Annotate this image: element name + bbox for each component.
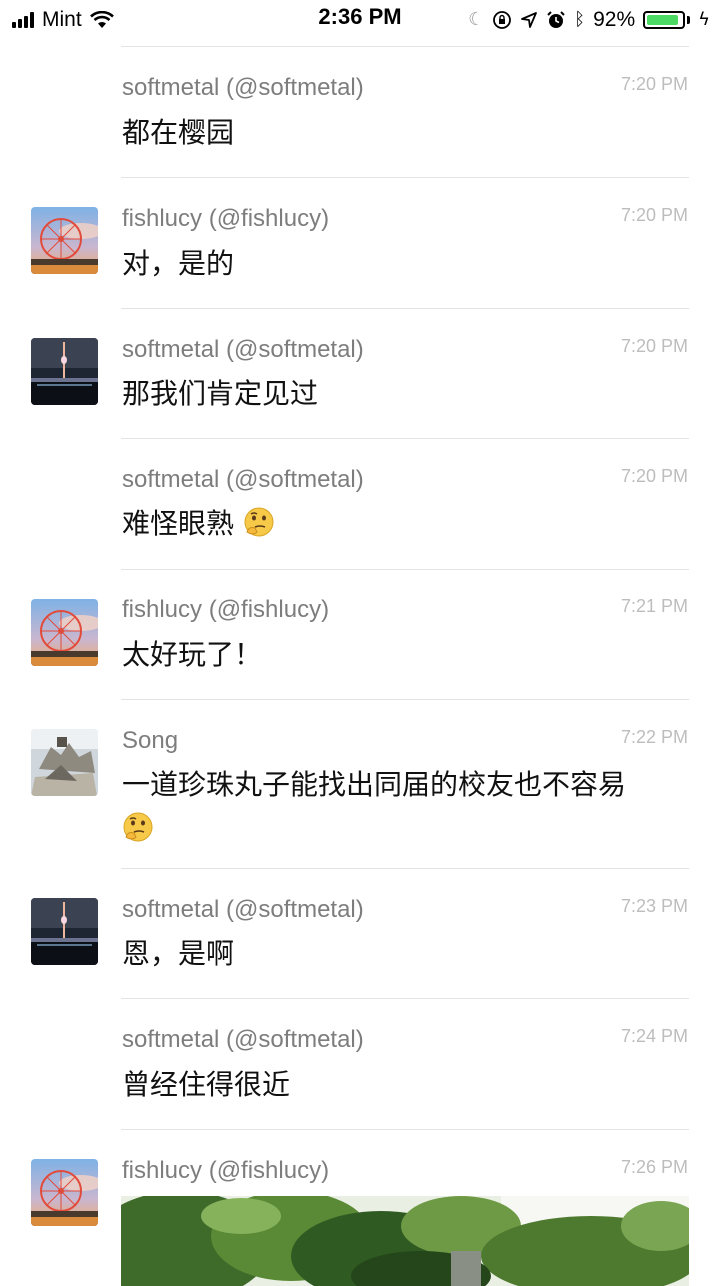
battery-level-fill [647, 15, 679, 25]
message-text: 对，是的 [122, 247, 235, 280]
message-time: 7:20 PM [620, 466, 688, 486]
message-divider [121, 998, 689, 999]
message-author[interactable]: Song [122, 727, 178, 755]
message-text: 恩，是啊 [122, 937, 235, 970]
message-divider [121, 569, 689, 570]
avatar[interactable] [31, 338, 98, 405]
charging-bolt-icon: ϟ [698, 9, 710, 30]
do-not-disturb-moon-icon: ☾ [468, 9, 485, 30]
status-bar: Mint 2:36 PM ☾ ᛒ 92% ϟ [0, 0, 720, 40]
message-text-content: 一道珍珠丸子能找出同届的校友也不容易 [122, 768, 627, 801]
message-time: 7:20 PM [620, 336, 688, 356]
message-time: 7:22 PM [620, 727, 688, 747]
avatar[interactable] [31, 898, 98, 965]
message-divider [121, 699, 689, 700]
message-text: 一道珍珠丸子能找出同届的校友也不容易 [122, 763, 697, 851]
sand-sculpture-avatar-image [31, 729, 98, 796]
photo-of-trees [121, 1196, 689, 1286]
message-author[interactable]: fishlucy (@fishlucy) [122, 205, 329, 233]
avatar[interactable] [31, 729, 98, 796]
alarm-clock-icon [547, 11, 565, 28]
message-text: 太好玩了！ [122, 638, 263, 671]
message-divider [121, 868, 689, 869]
message-time: 7:26 PM [620, 1157, 688, 1177]
location-arrow-icon [521, 12, 538, 28]
battery-tip [687, 16, 691, 24]
message-author[interactable]: fishlucy (@fishlucy) [122, 596, 329, 624]
message-divider [121, 46, 689, 47]
message-author[interactable]: softmetal (@softmetal) [122, 896, 364, 924]
message-time: 7:24 PM [620, 1026, 688, 1046]
message-author[interactable]: softmetal (@softmetal) [122, 74, 364, 102]
message-divider [121, 308, 689, 309]
message-divider [121, 1129, 689, 1130]
message-author[interactable]: softmetal (@softmetal) [122, 1026, 364, 1054]
avatar[interactable] [31, 1159, 98, 1226]
message-divider [121, 177, 689, 178]
orientation-lock-icon [493, 11, 512, 29]
chat-timeline[interactable]: softmetal (@softmetal) 7:20 PM 都在樱园 fish… [0, 0, 720, 1286]
avatar[interactable] [31, 207, 98, 274]
night-tower-avatar-image [31, 898, 98, 965]
message-time: 7:20 PM [620, 74, 688, 94]
ferris-wheel-avatar-image [31, 207, 98, 274]
message-text: 都在樱园 [122, 116, 235, 149]
ferris-wheel-avatar-image [31, 599, 98, 666]
message-author[interactable]: fishlucy (@fishlucy) [122, 1157, 329, 1185]
ferris-wheel-avatar-image [31, 1159, 98, 1226]
message-author[interactable]: softmetal (@softmetal) [122, 466, 364, 494]
message-time: 7:20 PM [620, 205, 688, 225]
message-author[interactable]: softmetal (@softmetal) [122, 336, 364, 364]
message-divider [121, 438, 689, 439]
battery-percentage: 92% [593, 8, 636, 31]
avatar[interactable] [31, 599, 98, 666]
bluetooth-icon: ᛒ [574, 9, 586, 30]
message-text: 曾经住得很近 [122, 1068, 291, 1101]
thinking-face-icon [244, 507, 274, 537]
message-text: 难怪眼熟 [122, 502, 697, 546]
status-bar-right: ☾ ᛒ 92% ϟ [468, 6, 710, 34]
night-tower-avatar-image [31, 338, 98, 405]
photo-attachment[interactable] [121, 1196, 689, 1286]
thinking-face-icon [123, 812, 153, 842]
message-text: 那我们肯定见过 [122, 377, 319, 410]
message-time: 7:23 PM [620, 896, 688, 916]
battery-icon [643, 11, 686, 29]
message-text-content: 难怪眼熟 [122, 507, 235, 540]
message-time: 7:21 PM [620, 596, 688, 616]
